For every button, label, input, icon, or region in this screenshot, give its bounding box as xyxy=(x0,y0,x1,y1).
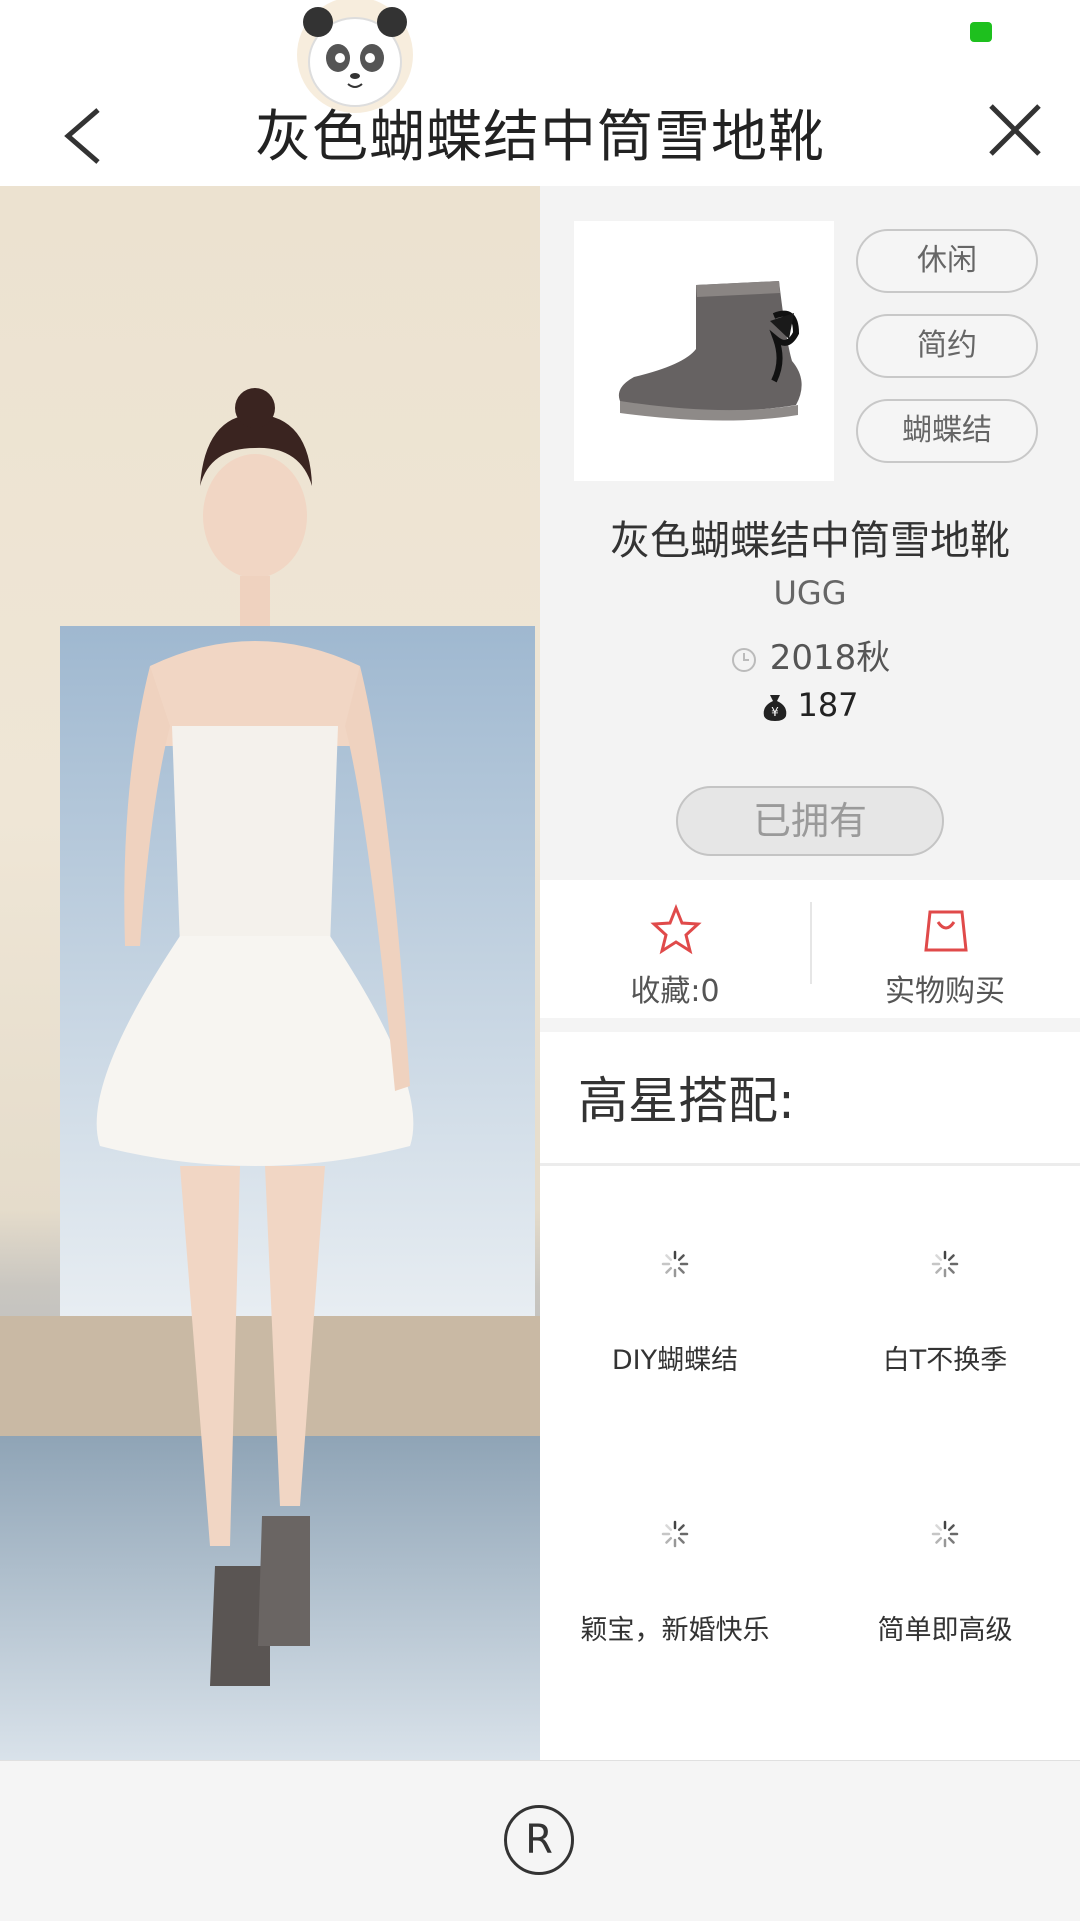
style-tag[interactable]: 简约 xyxy=(856,314,1038,378)
product-info: 休闲 简约 蝴蝶结 灰色蝴蝶结中筒雪地靴 UGG 2018秋 ¥ 187 已拥有 xyxy=(540,186,1080,880)
owned-button[interactable]: 已拥有 xyxy=(676,786,944,856)
buy-label: 实物购买 xyxy=(885,974,1005,1009)
clock-icon xyxy=(731,647,756,672)
close-icon[interactable] xyxy=(985,100,1045,160)
bottom-bar: R xyxy=(0,1760,1080,1921)
favorite-button[interactable]: 收藏:0 xyxy=(540,880,810,1018)
section-divider xyxy=(540,1018,1080,1032)
model-preview-image xyxy=(0,186,540,1760)
outfit-card[interactable]: 简单即高级 xyxy=(810,1456,1080,1726)
snow-boot-image xyxy=(618,281,802,421)
outfit-label: 颖宝，新婚快乐 xyxy=(580,1615,770,1646)
r-button[interactable]: R xyxy=(504,1805,574,1875)
outfit-label: 白T不换季 xyxy=(882,1345,1008,1376)
loading-spinner-icon xyxy=(931,1250,959,1278)
outfit-card[interactable]: 白T不换季 xyxy=(810,1186,1080,1456)
loading-spinner-icon xyxy=(661,1520,689,1548)
star-icon xyxy=(650,904,702,955)
product-season: 2018秋 xyxy=(769,638,891,678)
loading-spinner-icon xyxy=(661,1250,689,1278)
section-divider xyxy=(540,1163,1080,1166)
page-title: 灰色蝴蝶结中筒雪地靴 xyxy=(255,105,825,170)
product-thumbnail xyxy=(574,221,834,481)
buy-button[interactable]: 实物购买 xyxy=(810,880,1080,1018)
outfit-card[interactable]: 颖宝，新婚快乐 xyxy=(540,1456,810,1726)
product-price-row: ¥ 187 xyxy=(540,686,1080,724)
product-season-row: 2018秋 xyxy=(540,630,1080,679)
action-bar: 收藏:0 实物购买 xyxy=(540,880,1080,1018)
loading-spinner-icon xyxy=(931,1520,959,1548)
style-tag[interactable]: 休闲 xyxy=(856,229,1038,293)
favorite-label: 收藏:0 xyxy=(630,974,720,1009)
svg-text:¥: ¥ xyxy=(772,705,780,719)
product-detail-panel: 休闲 简约 蝴蝶结 灰色蝴蝶结中筒雪地靴 UGG 2018秋 ¥ 187 已拥有… xyxy=(540,186,1080,1760)
outfit-label: 简单即高级 xyxy=(877,1615,1013,1646)
outfits-title: 高星搭配: xyxy=(578,1072,795,1130)
product-name: 灰色蝴蝶结中筒雪地靴 xyxy=(610,518,1010,564)
status-indicator xyxy=(970,22,992,42)
shopping-bag-icon xyxy=(924,910,968,952)
header-bar: 灰色蝴蝶结中筒雪地靴 xyxy=(0,0,1080,187)
product-brand: UGG xyxy=(773,574,847,612)
product-price: 187 xyxy=(797,686,859,724)
money-bag-icon: ¥ xyxy=(764,695,787,721)
outfit-card[interactable]: DIY蝴蝶结 xyxy=(540,1186,810,1456)
outfit-label: DIY蝴蝶结 xyxy=(611,1345,739,1376)
style-tag[interactable]: 蝴蝶结 xyxy=(856,399,1038,463)
